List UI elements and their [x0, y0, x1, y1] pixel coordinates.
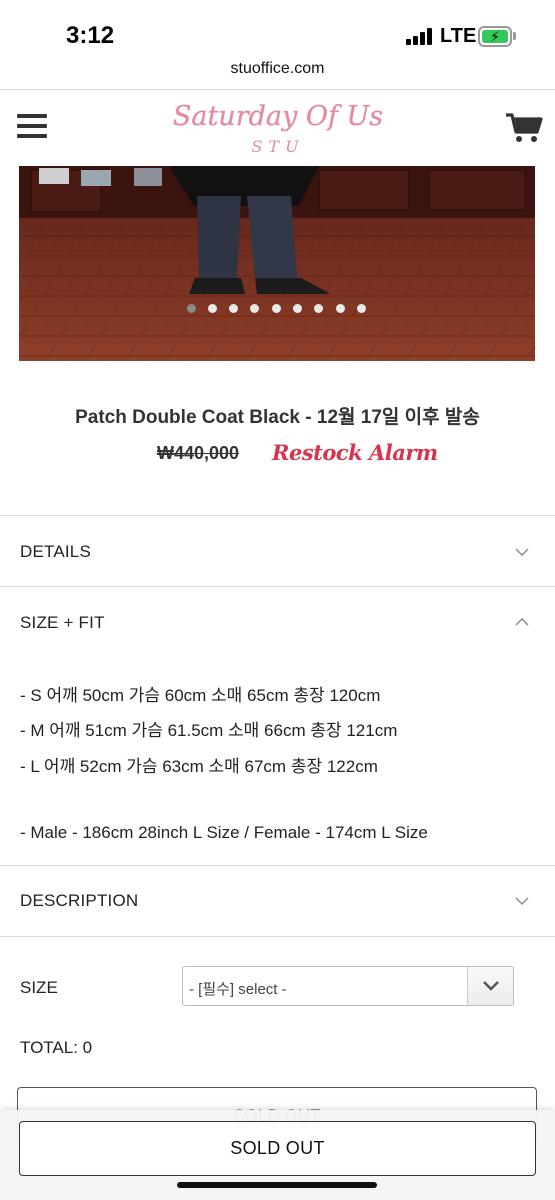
product-image[interactable] — [19, 166, 535, 361]
size-spec-line: - L 어깨 52cm 가슴 63cm 소매 67cm 총장 122cm — [20, 757, 378, 776]
divider — [0, 515, 555, 516]
pagination-dot[interactable] — [357, 304, 366, 313]
pagination-dot[interactable] — [336, 304, 345, 313]
status-bar: 3:12 LTE ⚡ — [0, 0, 555, 58]
chevron-down-icon[interactable] — [512, 545, 532, 559]
size-select[interactable]: - [필수] select - — [182, 966, 514, 1006]
product-title: Patch Double Coat Black - 12월 17일 이후 발송 — [75, 407, 480, 428]
pagination-dot[interactable] — [314, 304, 323, 313]
pagination-dot[interactable] — [208, 304, 217, 313]
divider — [0, 586, 555, 587]
svg-text:Saturday Of Us: Saturday Of Us — [173, 101, 383, 132]
signal-icon — [406, 28, 434, 45]
restock-alarm-button[interactable]: Restock Alarm — [272, 440, 438, 465]
pagination-dot[interactable] — [250, 304, 259, 313]
size-option-label: SIZE — [20, 978, 58, 997]
pagination-dot[interactable] — [229, 304, 238, 313]
details-toggle[interactable]: DETAILS — [20, 542, 91, 562]
size-spec-line: - M 어깨 51cm 가슴 61.5cm 소매 66cm 총장 121cm — [20, 721, 398, 740]
total-price: TOTAL: 0 — [20, 1038, 93, 1057]
size-fit-toggle[interactable]: SIZE + FIT — [20, 613, 105, 633]
divider — [0, 865, 555, 866]
size-spec-line: - S 어깨 50cm 가슴 60cm 소매 65cm 총장 120cm — [20, 686, 381, 705]
battery-tip — [513, 32, 516, 40]
battery-icon: ⚡ — [478, 26, 512, 47]
cart-icon[interactable] — [505, 112, 543, 144]
product-price: ₩440,000 — [157, 443, 240, 463]
site-logo[interactable]: Saturday Of Us STU — [168, 92, 388, 164]
pagination-dot[interactable] — [187, 304, 196, 313]
home-indicator — [177, 1182, 377, 1188]
divider — [0, 936, 555, 937]
model-fit-line: - Male - 186cm 28inch L Size / Female - … — [20, 823, 428, 842]
chevron-down-icon[interactable] — [512, 894, 532, 908]
chevron-up-icon[interactable] — [512, 615, 532, 629]
network-type: LTE — [440, 25, 477, 47]
description-toggle[interactable]: DESCRIPTION — [20, 891, 138, 911]
image-pagination — [187, 304, 377, 314]
hamburger-menu-icon[interactable] — [17, 114, 47, 138]
status-time: 3:12 — [66, 22, 115, 49]
select-dropdown-button[interactable] — [467, 967, 513, 1005]
sold-out-button[interactable]: SOLD OUT — [19, 1121, 536, 1176]
pagination-dot[interactable] — [293, 304, 302, 313]
url-bar[interactable]: stuoffice.com — [0, 60, 555, 78]
chevron-down-icon — [483, 981, 499, 991]
pagination-dot[interactable] — [272, 304, 281, 313]
size-select-value: - [필수] select - — [189, 981, 287, 998]
svg-text:STU: STU — [251, 137, 304, 156]
